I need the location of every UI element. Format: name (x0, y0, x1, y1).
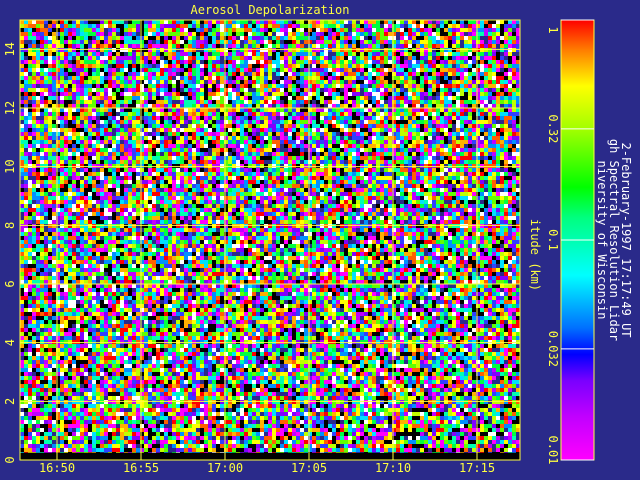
x-tick-label: 17:00 (207, 461, 243, 475)
timestamp-text: 2-February-1997 17:17:49 UT (619, 142, 633, 337)
y-tick-label: 14 (3, 42, 17, 56)
lidar-chart: Aerosol Depolarization 16:50 16:55 17:00 17… (3, 3, 633, 475)
colorbar-tick-label: 0.1 (546, 229, 560, 251)
x-tick-label: 17:15 (459, 461, 495, 475)
x-tick-label: 16:55 (123, 461, 159, 475)
x-tick-label: 16:50 (39, 461, 75, 475)
depolarization-field (20, 20, 520, 460)
chart-title: Aerosol Depolarization (191, 3, 350, 17)
x-tick-labels: 16:50 16:55 17:00 17:05 17:10 17:15 (39, 461, 495, 475)
institution-text: niversity of Wisconsin (595, 161, 609, 320)
y-tick-label: 0 (3, 456, 17, 463)
y-tick-label: 10 (3, 159, 17, 173)
y-axis-label: itude (km) (528, 219, 542, 291)
y-tick-labels: 0 2 4 6 8 10 12 14 (3, 42, 17, 464)
x-tick-label: 17:10 (375, 461, 411, 475)
ground-band (20, 452, 520, 460)
colorbar-tick-label: 0.01 (546, 436, 560, 465)
instrument-text: niversity of Wisconsin gh Spectral Resol… (595, 139, 633, 341)
y-tick-label: 2 (3, 398, 17, 405)
y-tick-label: 8 (3, 222, 17, 229)
colorbar-tick-label: 1 (546, 26, 560, 33)
y-tick-label: 12 (3, 101, 17, 115)
y-tick-label: 6 (3, 280, 17, 287)
instrument-name-text: gh Spectral Resolution Lidar (607, 139, 621, 341)
colorbar-tick-label: 0.32 (546, 114, 560, 143)
plot-area (19, 19, 521, 461)
colorbar-tick-label: 0.032 (546, 331, 560, 367)
y-tick-label: 4 (3, 339, 17, 346)
x-tick-label: 17:05 (291, 461, 327, 475)
